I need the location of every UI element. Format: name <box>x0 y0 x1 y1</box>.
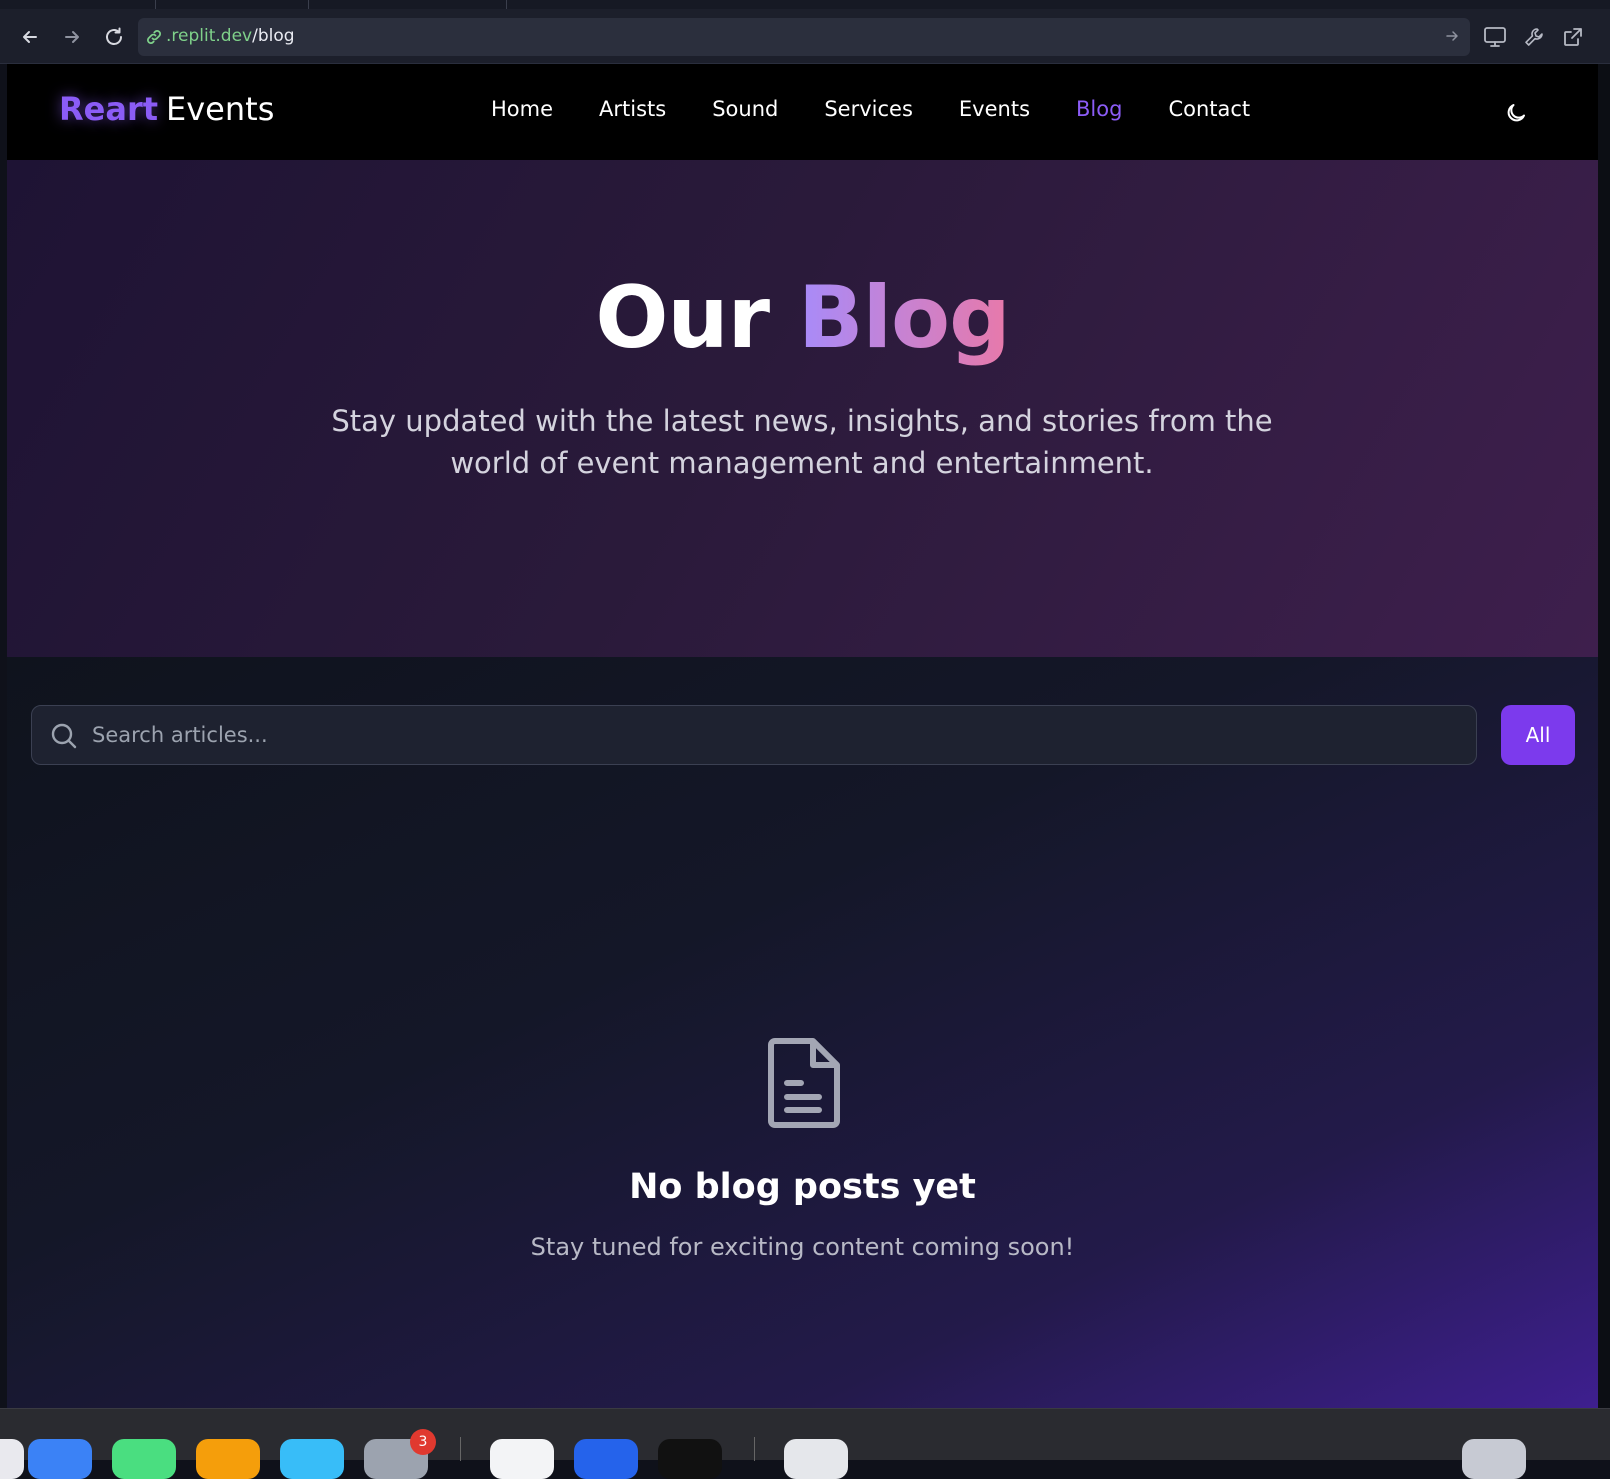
dock-document-icon[interactable] <box>784 1439 848 1479</box>
tab-divider <box>506 0 507 9</box>
empty-state: No blog posts yet Stay tuned for excitin… <box>7 1037 1598 1261</box>
dock-app-icon[interactable] <box>112 1439 176 1479</box>
link-icon <box>147 30 161 44</box>
page-title-accent: Blog <box>798 268 1011 368</box>
notification-badge: 3 <box>410 1429 436 1455</box>
monitor-icon <box>1484 27 1506 47</box>
nav-link-sound[interactable]: Sound <box>712 97 778 121</box>
document-icon <box>767 1038 840 1128</box>
trash-icon[interactable] <box>1462 1439 1526 1479</box>
arrow-left-icon <box>23 31 37 43</box>
url-path: /blog <box>252 26 295 46</box>
dock-app-icon[interactable] <box>490 1439 554 1479</box>
empty-state-subtitle: Stay tuned for exciting content coming s… <box>530 1233 1075 1261</box>
page-viewport: Reart Events Home Artists Sound Services … <box>7 64 1598 1408</box>
dock-app-icon[interactable] <box>658 1439 722 1479</box>
nav-link-home[interactable]: Home <box>491 97 553 121</box>
empty-state-title: No blog posts yet <box>629 1167 976 1207</box>
dock-app-icon[interactable] <box>574 1439 638 1479</box>
main-nav: Home Artists Sound Services Events Blog … <box>491 97 1296 121</box>
search-icon <box>51 723 77 749</box>
back-button[interactable] <box>17 24 43 50</box>
dock-app-icon[interactable] <box>280 1439 344 1479</box>
window-edge <box>1598 64 1610 1408</box>
nav-link-artists[interactable]: Artists <box>599 97 666 121</box>
tab-divider <box>308 0 309 9</box>
search-box <box>31 705 1477 765</box>
dock-divider <box>754 1437 755 1461</box>
moon-icon <box>1507 104 1525 122</box>
tab-strip <box>0 0 1610 9</box>
devtools-button[interactable] <box>1520 23 1548 51</box>
search-input[interactable] <box>92 706 1462 764</box>
logo-brand: Reart <box>59 90 159 128</box>
nav-link-events[interactable]: Events <box>959 97 1030 121</box>
arrow-right-icon <box>65 31 79 43</box>
theme-toggle-button[interactable] <box>1501 98 1531 128</box>
open-external-button[interactable] <box>1559 23 1587 51</box>
hero-section: Our Blog Stay updated with the latest ne… <box>7 160 1598 657</box>
go-arrow-icon[interactable] <box>1444 28 1460 44</box>
site-logo[interactable]: Reart Events <box>59 90 274 128</box>
browser-toolbar: .replit.dev/blog <box>0 0 1610 64</box>
wrench-icon <box>1525 28 1543 46</box>
dock-divider <box>460 1437 461 1461</box>
address-bar[interactable]: .replit.dev/blog <box>138 18 1470 56</box>
page-subtitle: Stay updated with the latest news, insig… <box>331 404 1273 480</box>
dock: 3 <box>0 1408 1610 1479</box>
url-host: .replit.dev <box>166 26 253 46</box>
external-link-icon <box>1564 28 1582 46</box>
page-title-plain: Our <box>595 268 770 368</box>
tab-divider <box>155 0 156 9</box>
nav-link-services[interactable]: Services <box>824 97 913 121</box>
dock-app-icon[interactable] <box>0 1439 24 1479</box>
dock-app-icon[interactable] <box>196 1439 260 1479</box>
logo-text: Events <box>166 90 275 128</box>
page-title: Our Blog <box>7 268 1598 368</box>
blog-content: All No blog posts yet Stay tuned for exc… <box>7 657 1598 1408</box>
devices-button[interactable] <box>1481 23 1509 51</box>
dock-app-icon[interactable] <box>28 1439 92 1479</box>
nav-link-blog[interactable]: Blog <box>1076 97 1122 121</box>
url-text: .replit.dev/blog <box>166 26 295 46</box>
forward-button[interactable] <box>59 24 85 50</box>
site-header: Reart Events Home Artists Sound Services … <box>7 64 1598 160</box>
filter-all-button[interactable]: All <box>1501 705 1575 765</box>
reload-button[interactable] <box>101 24 127 50</box>
nav-link-contact[interactable]: Contact <box>1168 97 1250 121</box>
reload-icon <box>106 27 122 45</box>
